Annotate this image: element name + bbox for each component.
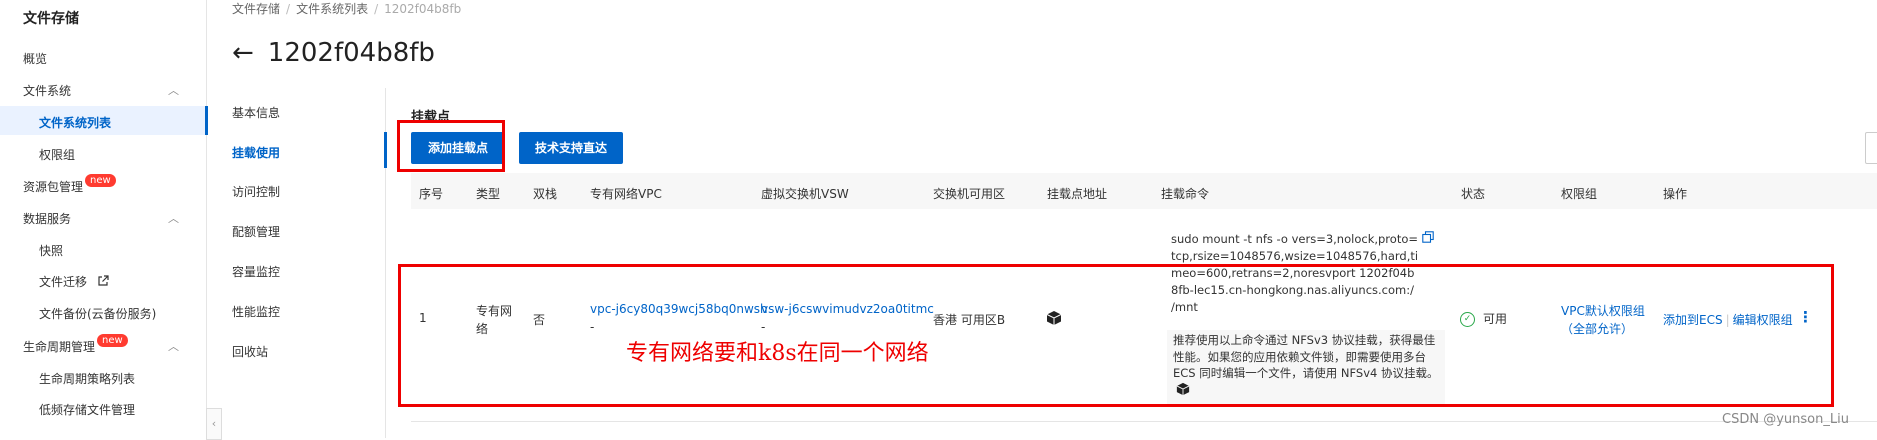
sidebar-item-label: 生命周期管理 — [23, 340, 96, 354]
tab-mount-usage[interactable]: 挂载使用 — [232, 144, 280, 161]
column-header-permission-group: 权限组 — [1561, 187, 1598, 201]
sidebar-item-label: 文件迁移 — [39, 275, 88, 289]
external-link-icon — [98, 275, 109, 286]
tab-quota-management[interactable]: 配额管理 — [232, 223, 280, 240]
copy-icon[interactable] — [1422, 231, 1434, 243]
annotation-box-add-button — [397, 120, 505, 172]
watermark: CSDN @yunson_Liu — [1722, 412, 1849, 427]
page-title-text: 1202f04b8fb — [267, 38, 435, 68]
tab-performance-monitor[interactable]: 性能监控 — [232, 303, 280, 320]
new-badge: new — [85, 174, 116, 187]
column-header-actions: 操作 — [1663, 187, 1688, 201]
sidebar-item-resource-package[interactable]: 资源包管理 new — [23, 174, 116, 195]
subnav-active-indicator — [384, 132, 387, 168]
tab-capacity-monitor[interactable]: 容量监控 — [232, 263, 280, 280]
tech-support-button[interactable]: 技术支持直达 — [519, 132, 623, 164]
tab-access-control[interactable]: 访问控制 — [232, 183, 280, 200]
chevron-up-icon[interactable]: ︿ — [168, 82, 179, 98]
breadcrumb-separator: / — [286, 2, 291, 16]
sidebar-item-file-system-list[interactable]: 文件系统列表 — [39, 114, 111, 131]
sidebar: 文件存储 概览 文件系统 ︿ 文件系统列表 权限组 资源包管理 new 数据服务 … — [0, 0, 208, 438]
sidebar-item-file-migration[interactable]: 文件迁移 — [39, 273, 109, 290]
chevron-up-icon[interactable]: ︿ — [168, 338, 179, 354]
column-header-mount-command: 挂载命令 — [1161, 187, 1210, 201]
column-header-vsw: 虚拟交换机VSW — [761, 187, 849, 201]
new-badge: new — [97, 334, 128, 347]
sidebar-title: 文件存储 — [23, 11, 79, 27]
sidebar-item-snapshot[interactable]: 快照 — [39, 242, 63, 259]
column-header-type: 类型 — [476, 187, 501, 201]
sidebar-item-label: 资源包管理 — [23, 180, 84, 194]
breadcrumb-item-file-system-list[interactable]: 文件系统列表 — [296, 2, 368, 16]
back-arrow-icon[interactable]: ← — [232, 38, 254, 68]
sidebar-group-lifecycle[interactable]: 生命周期管理 new — [23, 334, 128, 355]
sidebar-item-permission-group[interactable]: 权限组 — [39, 146, 75, 163]
sidebar-item-overview[interactable]: 概览 — [23, 50, 47, 67]
tab-recycle-bin[interactable]: 回收站 — [232, 343, 268, 360]
breadcrumb-item-current: 1202f04b8fb — [384, 2, 462, 16]
annotation-box-row — [398, 264, 1834, 407]
column-header-index: 序号 — [419, 187, 444, 201]
column-header-dual-stack: 双栈 — [533, 187, 558, 201]
sidebar-item-infrequent-storage[interactable]: 低频存储文件管理 — [39, 401, 135, 418]
breadcrumb: 文件存储 / 文件系统列表 / 1202f04b8fb — [232, 0, 461, 17]
table-row-divider — [411, 421, 1877, 422]
column-header-vpc: 专有网络VPC — [590, 187, 662, 201]
side-tool-button[interactable] — [1865, 132, 1877, 164]
sidebar-item-lifecycle-policy-list[interactable]: 生命周期策略列表 — [39, 370, 135, 387]
chevron-up-icon[interactable]: ︿ — [168, 210, 179, 226]
breadcrumb-separator: / — [374, 2, 379, 16]
sidebar-group-file-system[interactable]: 文件系统 — [23, 82, 71, 99]
breadcrumb-item-file-storage[interactable]: 文件存储 — [232, 2, 280, 16]
sidebar-collapse-button[interactable]: ‹ — [206, 408, 222, 440]
column-header-zone: 交换机可用区 — [933, 187, 1006, 201]
column-header-status: 状态 — [1461, 187, 1486, 201]
column-header-mount-address: 挂载点地址 — [1047, 187, 1108, 201]
page-title: ← 1202f04b8fb — [232, 38, 435, 68]
sidebar-group-data-services[interactable]: 数据服务 — [23, 210, 71, 227]
tab-basic-info[interactable]: 基本信息 — [232, 104, 280, 121]
sidebar-item-file-backup[interactable]: 文件备份(云备份服务) — [39, 305, 156, 322]
annotation-text: 专有网络要和k8s在同一个网络 — [626, 341, 929, 366]
